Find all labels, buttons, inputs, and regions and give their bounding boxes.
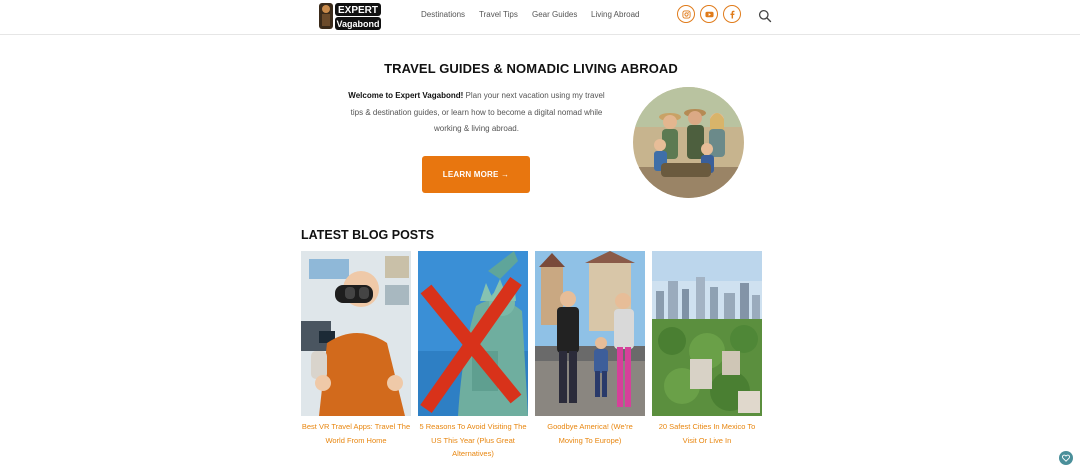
nav-gear-guides[interactable]: Gear Guides: [532, 10, 577, 19]
nav-living-abroad[interactable]: Living Abroad: [591, 10, 639, 19]
post-thumbnail[interactable]: [652, 251, 762, 416]
learn-more-button[interactable]: LEARN MORE →: [422, 156, 530, 193]
page-title: TRAVEL GUIDES & NOMADIC LIVING ABROAD: [384, 61, 678, 76]
nav-destinations[interactable]: Destinations: [421, 10, 465, 19]
post-title[interactable]: 20 Safest Cities In Mexico To Visit Or L…: [652, 420, 762, 447]
nav-travel-tips[interactable]: Travel Tips: [479, 10, 518, 19]
post-thumbnail[interactable]: [535, 251, 645, 416]
site-header: EXPERT Vagabond Destinations Travel Tips…: [0, 0, 1080, 35]
facebook-icon[interactable]: [723, 5, 741, 23]
post-title[interactable]: Goodbye America! (We're Moving To Europe…: [535, 420, 645, 447]
post-title[interactable]: 5 Reasons To Avoid Visiting The US This …: [418, 420, 528, 461]
blog-card-goodbye-america[interactable]: Goodbye America! (We're Moving To Europe…: [535, 251, 645, 447]
family-photo: [633, 87, 744, 198]
blog-card-vr-apps[interactable]: Best VR Travel Apps: Travel The World Fr…: [301, 251, 411, 447]
favorite-heart-button[interactable]: [1059, 451, 1073, 465]
search-icon[interactable]: [758, 9, 772, 23]
intro-paragraph: Welcome to Expert Vagabond! Plan your ne…: [344, 88, 609, 138]
post-thumbnail[interactable]: [418, 251, 528, 416]
instagram-icon[interactable]: [677, 5, 695, 23]
blog-card-avoid-us[interactable]: 5 Reasons To Avoid Visiting The US This …: [418, 251, 528, 461]
post-title[interactable]: Best VR Travel Apps: Travel The World Fr…: [301, 420, 411, 447]
latest-posts-heading: LATEST BLOG POSTS: [301, 228, 435, 242]
youtube-icon[interactable]: [700, 5, 718, 23]
heart-icon: [1062, 454, 1070, 462]
intro-welcome: Welcome to Expert Vagabond!: [348, 91, 464, 100]
expert-vagabond-logo[interactable]: EXPERT Vagabond: [319, 1, 383, 31]
logo-text-vagabond: Vagabond: [336, 19, 379, 29]
logo-text-expert: EXPERT: [338, 5, 378, 16]
blog-card-safest-cities[interactable]: 20 Safest Cities In Mexico To Visit Or L…: [652, 251, 762, 447]
post-thumbnail[interactable]: [301, 251, 411, 416]
